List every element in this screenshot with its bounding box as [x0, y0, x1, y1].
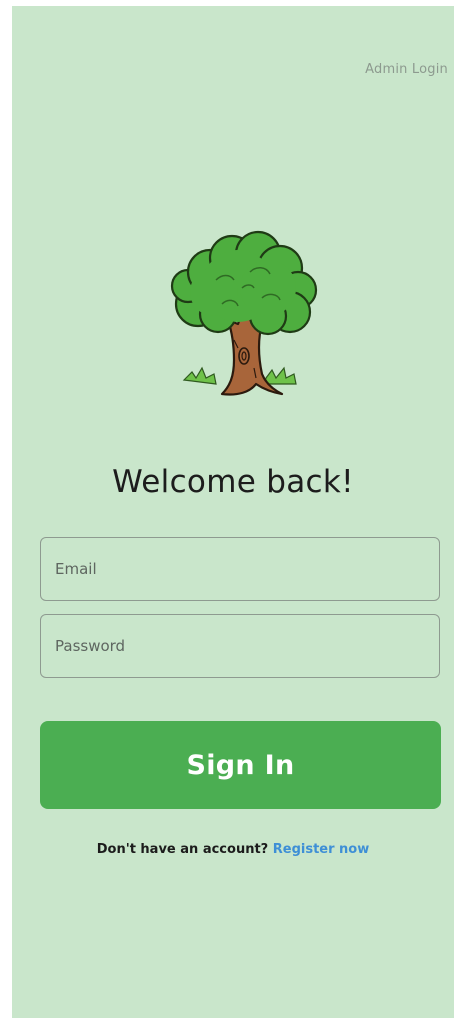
register-prompt: Don't have an account? Register now — [12, 842, 454, 857]
admin-login-link[interactable]: Admin Login — [365, 62, 448, 77]
sign-in-button[interactable]: Sign In — [40, 721, 441, 809]
page-title: Welcome back! — [112, 464, 354, 500]
tree-icon — [170, 230, 318, 396]
register-now-link[interactable]: Register now — [273, 842, 370, 857]
password-field[interactable] — [40, 614, 440, 678]
email-field[interactable] — [40, 537, 440, 601]
register-prompt-text: Don't have an account? — [96, 842, 269, 857]
login-screen: Admin Login Welcome back! Email Sign In … — [12, 6, 454, 1018]
